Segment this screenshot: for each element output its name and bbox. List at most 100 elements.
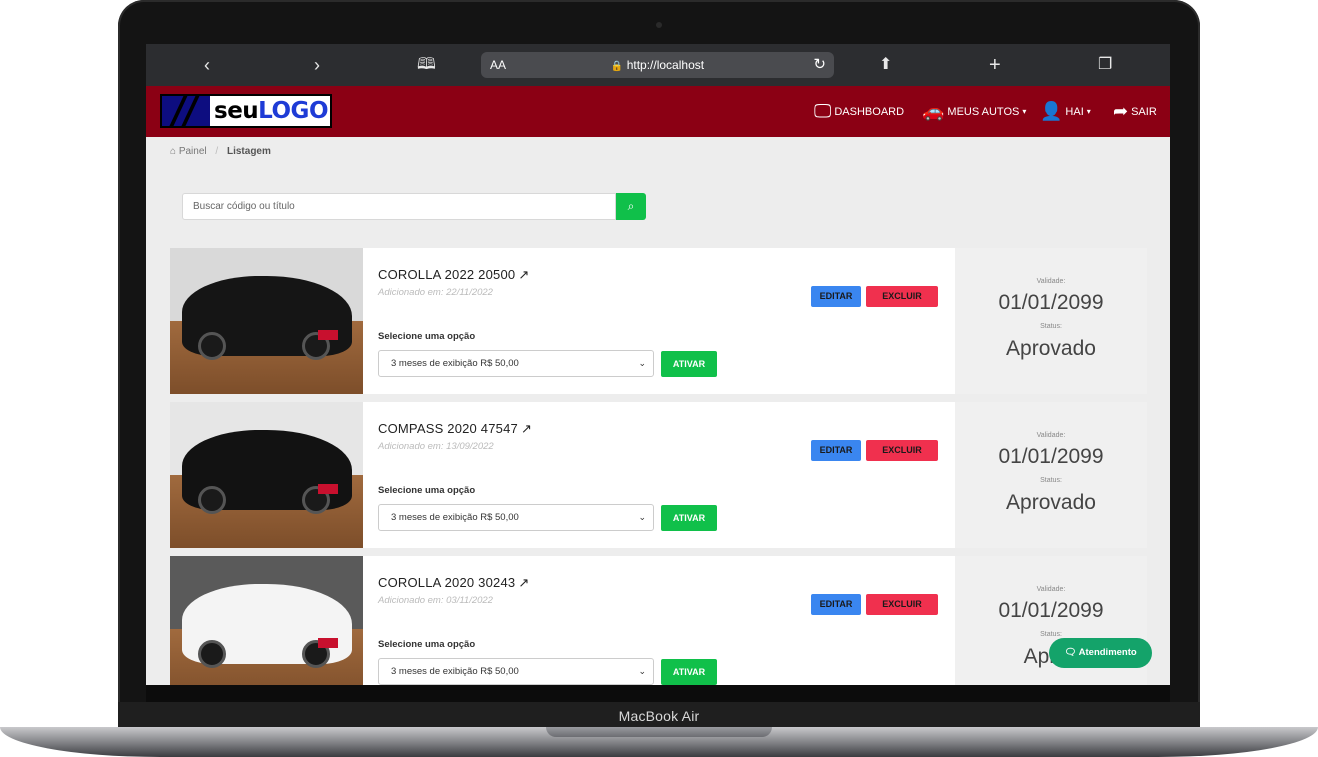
device-label: MacBook Air (618, 708, 700, 724)
listing-title-link[interactable]: COMPASS 2020 47547 ↗ (378, 421, 532, 437)
chat-button[interactable]: 🗨 Atendimento (1049, 638, 1152, 668)
option-label: Selecione uma opção (378, 331, 476, 342)
activate-button[interactable]: ATIVAR (661, 351, 717, 377)
app-header: seuLOGO 🖵 DASHBOARD 🚗 MEUS AUTOS ▾ 👤 HAI… (146, 86, 1170, 137)
chevron-down-icon: ⌄ (638, 358, 646, 368)
search-button[interactable]: ⌕ (616, 193, 646, 220)
nav-meus-autos[interactable]: 🚗 MEUS AUTOS ▾ (922, 86, 1026, 137)
edit-button[interactable]: EDITAR (811, 286, 861, 307)
delete-button[interactable]: EXCLUIR (866, 594, 938, 615)
external-link-icon: ↗ (518, 267, 530, 282)
status-panel: Validade: 01/01/2099 Status: Aprovado (955, 248, 1147, 394)
nav-dashboard-label: DASHBOARD (834, 105, 905, 118)
breadcrumb-current: Listagem (226, 146, 271, 157)
chevron-down-icon: ⌄ (638, 512, 646, 522)
screen-bezel (146, 685, 1170, 702)
user-icon: 👤 (1040, 101, 1063, 121)
browser-toolbar: ‹ › 🕮 AA 🔒 http://localhost ↻ ⬆ + ❐ (146, 44, 1170, 86)
car-plate (318, 330, 338, 340)
external-link-icon: ↗ (520, 421, 533, 436)
listing-title: COROLLA 2020 30243 (378, 575, 516, 590)
option-label: Selecione uma opção (378, 485, 476, 496)
tabs-icon[interactable]: ❐ (1098, 54, 1112, 76)
camera (656, 22, 662, 28)
validity-label: Validade: (1036, 432, 1066, 439)
laptop-notch (546, 727, 772, 737)
plan-select[interactable]: 3 meses de exibição R$ 50,00 ⌄ (378, 350, 654, 377)
new-tab-icon[interactable]: + (989, 54, 1001, 76)
external-link-icon: ↗ (518, 575, 530, 590)
chevron-down-icon: ⌄ (638, 666, 646, 676)
delete-button[interactable]: EXCLUIR (866, 440, 938, 461)
nav-sair-label: SAIR (1131, 105, 1157, 118)
search-icon: ⌕ (627, 199, 635, 213)
address-bar[interactable]: AA 🔒 http://localhost ↻ (481, 52, 834, 78)
car-plate (318, 638, 338, 648)
url-text: http://localhost (626, 58, 705, 72)
car-wheel (198, 640, 226, 668)
plan-select-value: 3 meses de exibição R$ 50,00 (391, 512, 519, 523)
sign-out-icon: ➦ (1113, 101, 1129, 121)
status-label: Status: (1040, 477, 1062, 484)
validity-label: Validade: (1036, 586, 1066, 593)
home-icon: ⌂ (170, 146, 177, 157)
plan-select-value: 3 meses de exibição R$ 50,00 (391, 358, 519, 369)
car-icon: 🚗 (922, 101, 945, 121)
chat-label: Atendimento (1078, 647, 1137, 658)
car-plate (318, 484, 338, 494)
reload-icon[interactable]: ↻ (813, 55, 826, 73)
monitor-icon: 🖵 (814, 101, 832, 121)
option-label: Selecione uma opção (378, 639, 476, 650)
laptop-chin: MacBook Air (118, 702, 1200, 730)
lock-icon: 🔒 (610, 61, 624, 72)
listing-card: COROLLA 2020 30243 ↗ Adicionado em: 03/11/… (170, 556, 1147, 685)
search-input[interactable]: Buscar código ou título (182, 193, 616, 220)
screen: ‹ › 🕮 AA 🔒 http://localhost ↻ ⬆ + ❐ seuL… (146, 44, 1170, 685)
delete-button[interactable]: EXCLUIR (866, 286, 938, 307)
back-icon[interactable]: ‹ (204, 54, 210, 76)
activate-button[interactable]: ATIVAR (661, 659, 717, 685)
plan-select[interactable]: 3 meses de exibição R$ 50,00 ⌄ (378, 504, 654, 531)
listing-title: COROLLA 2022 20500 (378, 267, 516, 282)
listing-title-link[interactable]: COROLLA 2020 30243 ↗ (378, 575, 529, 591)
car-photo[interactable] (170, 556, 363, 685)
chat-icon: 🗨 (1064, 647, 1077, 658)
car-photo[interactable] (170, 248, 363, 394)
validity-value: 01/01/2099 (998, 291, 1104, 314)
status-label: Status: (1040, 631, 1062, 638)
logo[interactable]: seuLOGO (160, 94, 332, 128)
status-value: Aprovado (1006, 491, 1096, 514)
forward-icon[interactable]: › (314, 54, 320, 76)
logo-mark (162, 96, 210, 126)
listing-card: COROLLA 2022 20500 ↗ Adicionado em: 22/11/… (170, 248, 1147, 394)
validity-value: 01/01/2099 (998, 445, 1104, 468)
breadcrumb-home[interactable]: Painel (179, 146, 207, 157)
listing-date: Adicionado em: 13/09/2022 (378, 441, 494, 452)
car-wheel (198, 486, 226, 514)
logo-text-part1: seu (214, 98, 259, 124)
validity-label: Validade: (1036, 278, 1066, 285)
nav-sair[interactable]: ➦ SAIR (1113, 86, 1157, 137)
nav-dashboard[interactable]: 🖵 DASHBOARD (814, 86, 904, 137)
nav-user[interactable]: 👤 HAI ▾ (1040, 86, 1091, 137)
plan-select[interactable]: 3 meses de exibição R$ 50,00 ⌄ (378, 658, 654, 685)
listing-title-link[interactable]: COROLLA 2022 20500 ↗ (378, 267, 529, 283)
car-wheel (198, 332, 226, 360)
car-photo[interactable] (170, 402, 363, 548)
bookmarks-icon[interactable]: 🕮 (417, 54, 436, 76)
status-panel: Validade: 01/01/2099 Status: Aprovado (955, 402, 1147, 548)
share-icon[interactable]: ⬆ (879, 54, 892, 76)
caret-down-icon: ▾ (1086, 107, 1091, 116)
listing-title: COMPASS 2020 47547 (378, 421, 518, 436)
status-value: Aprovado (1006, 337, 1096, 360)
caret-down-icon: ▾ (1022, 107, 1027, 116)
listing-date: Adicionado em: 03/11/2022 (378, 595, 493, 606)
plan-select-value: 3 meses de exibição R$ 50,00 (391, 666, 519, 677)
edit-button[interactable]: EDITAR (811, 594, 861, 615)
listing-date: Adicionado em: 22/11/2022 (378, 287, 493, 298)
activate-button[interactable]: ATIVAR (661, 505, 717, 531)
edit-button[interactable]: EDITAR (811, 440, 861, 461)
validity-value: 01/01/2099 (998, 599, 1104, 622)
logo-text-part2: LOGO (258, 98, 328, 124)
nav-user-label: HAI (1065, 105, 1084, 118)
